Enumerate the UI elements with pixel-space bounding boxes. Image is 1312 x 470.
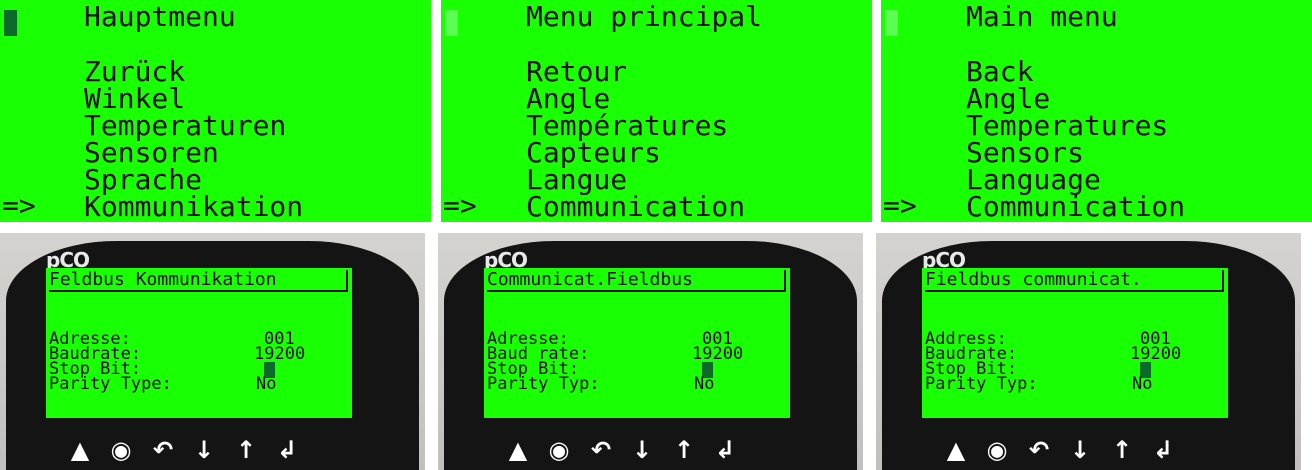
up-icon[interactable]: ↑ xyxy=(232,436,260,464)
baudrate-value[interactable]: 19200 xyxy=(1130,346,1181,363)
device-bezel: pCO Communicat.Fieldbus Adresse: Baud ra… xyxy=(444,241,857,470)
menu-title: Menu principal xyxy=(526,0,763,33)
down-icon[interactable]: ↓ xyxy=(1066,436,1094,464)
lcd-screen: Fieldbus communicat. Address: Baudrate: … xyxy=(922,268,1228,418)
menu-item-sensors[interactable]: Sensoren xyxy=(84,139,431,167)
menu-list: Zurück Winkel Temperaturen Sensoren Spra… xyxy=(0,58,431,221)
main-menu-screen-de: Hauptmenu Zurück Winkel Temperaturen Sen… xyxy=(0,0,431,222)
keypad: ▲ ◉ ↶ ↓ ↑ ↲ xyxy=(444,436,857,468)
menu-item-angle[interactable]: Winkel xyxy=(84,85,431,113)
program-icon[interactable]: ◉ xyxy=(983,436,1011,464)
escape-icon[interactable]: ↶ xyxy=(1025,436,1053,464)
up-icon[interactable]: ↑ xyxy=(670,436,698,464)
device-photo-de: pCO Feldbus Kommunikation Adresse: Baudr… xyxy=(0,233,425,470)
baudrate-value[interactable]: 19200 xyxy=(254,346,305,363)
selection-arrow: => xyxy=(883,189,917,222)
down-icon[interactable]: ↓ xyxy=(628,436,656,464)
device-photo-en: pCO Fieldbus communicat. Address: Baudra… xyxy=(876,233,1301,470)
menu-item-communication[interactable]: Communication xyxy=(966,193,1312,221)
lcd-screen: Feldbus Kommunikation Adresse: Baudrate:… xyxy=(46,268,352,418)
escape-icon[interactable]: ↶ xyxy=(149,436,177,464)
up-icon[interactable]: ↑ xyxy=(1108,436,1136,464)
menu-item-back[interactable]: Zurück xyxy=(84,58,431,86)
parity-type-label: Parity Type: xyxy=(49,374,172,394)
menu-title: Main menu xyxy=(966,0,1118,33)
menu-title: Hauptmenu xyxy=(84,0,236,33)
lcd-screen: Communicat.Fieldbus Adresse: Baud rate: … xyxy=(484,268,790,418)
parity-value[interactable]: No xyxy=(694,376,714,393)
screen-title: Communicat.Fieldbus xyxy=(487,270,786,292)
menu-item-temperatures[interactable]: Températures xyxy=(526,112,872,140)
menu-item-temperatures[interactable]: Temperaturen xyxy=(84,112,431,140)
parity-value[interactable]: No xyxy=(256,376,276,393)
parity-type-label: Parity Typ: xyxy=(487,374,600,394)
escape-icon[interactable]: ↶ xyxy=(587,436,615,464)
menu-list: Back Angle Temperatures Sensors Language… xyxy=(881,58,1312,221)
menu-item-back[interactable]: Retour xyxy=(526,58,872,86)
menu-item-angle[interactable]: Angle xyxy=(526,85,872,113)
menu-item-language[interactable]: Language xyxy=(966,166,1312,194)
main-menu-screen-en: Main menu Back Angle Temperatures Sensor… xyxy=(881,0,1312,222)
alarm-icon[interactable]: ▲ xyxy=(504,436,532,464)
down-icon[interactable]: ↓ xyxy=(190,436,218,464)
parity-type-label: Parity Typ: xyxy=(925,374,1038,394)
alarm-icon[interactable]: ▲ xyxy=(66,436,94,464)
device-bezel: pCO Feldbus Kommunikation Adresse: Baudr… xyxy=(6,241,419,470)
menu-item-sensors[interactable]: Sensors xyxy=(966,139,1312,167)
enter-icon[interactable]: ↲ xyxy=(711,436,739,464)
main-menu-screen-fr: Menu principal Retour Angle Températures… xyxy=(441,0,872,222)
screen-title: Fieldbus communicat. xyxy=(925,270,1224,292)
device-photo-fr: pCO Communicat.Fieldbus Adresse: Baud ra… xyxy=(438,233,863,470)
menu-item-language[interactable]: Langue xyxy=(526,166,872,194)
alarm-icon[interactable]: ▲ xyxy=(942,436,970,464)
program-icon[interactable]: ◉ xyxy=(107,436,135,464)
menu-item-angle[interactable]: Angle xyxy=(966,85,1312,113)
menu-item-communication[interactable]: Kommunikation xyxy=(84,193,431,221)
baudrate-value[interactable]: 19200 xyxy=(692,346,743,363)
parity-value[interactable]: No xyxy=(1132,376,1152,393)
program-icon[interactable]: ◉ xyxy=(545,436,573,464)
menu-item-back[interactable]: Back xyxy=(966,58,1312,86)
screen-title: Feldbus Kommunikation xyxy=(49,270,348,292)
device-bezel: pCO Fieldbus communicat. Address: Baudra… xyxy=(882,241,1295,470)
selection-arrow: => xyxy=(443,189,477,222)
enter-icon[interactable]: ↲ xyxy=(273,436,301,464)
menu-item-temperatures[interactable]: Temperatures xyxy=(966,112,1312,140)
menu-list: Retour Angle Températures Capteurs Langu… xyxy=(441,58,872,221)
selection-arrow: => xyxy=(2,189,36,222)
menu-item-communication[interactable]: Communication xyxy=(526,193,872,221)
screenshot-collage: Hauptmenu Zurück Winkel Temperaturen Sen… xyxy=(0,0,1312,470)
enter-icon[interactable]: ↲ xyxy=(1149,436,1177,464)
menu-item-language[interactable]: Sprache xyxy=(84,166,431,194)
keypad: ▲ ◉ ↶ ↓ ↑ ↲ xyxy=(882,436,1295,468)
keypad: ▲ ◉ ↶ ↓ ↑ ↲ xyxy=(6,436,419,468)
menu-item-sensors[interactable]: Capteurs xyxy=(526,139,872,167)
